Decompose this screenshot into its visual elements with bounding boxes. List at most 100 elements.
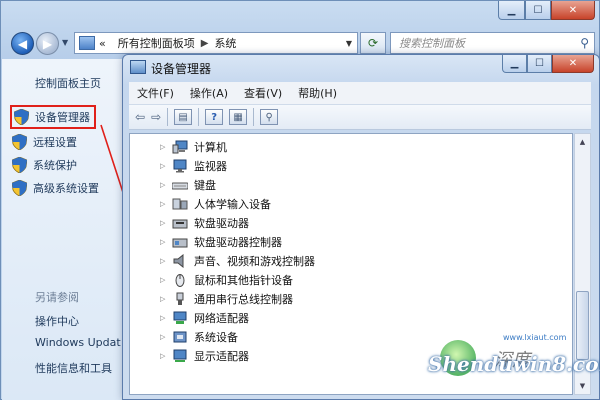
- window-title: 设备管理器: [151, 62, 212, 76]
- tree-item-label: 监视器: [194, 160, 227, 173]
- expand-icon[interactable]: ▷: [160, 314, 170, 322]
- menu-action[interactable]: 操作(A): [190, 85, 228, 101]
- network-adapter-icon: [172, 311, 188, 325]
- search-icon[interactable]: ⚲: [580, 36, 589, 50]
- toolbar-separator: [253, 108, 255, 126]
- expand-icon[interactable]: ▷: [160, 276, 170, 284]
- expand-icon[interactable]: ▷: [160, 143, 170, 151]
- tree-item-keyboard[interactable]: ▷ 键盘: [160, 176, 216, 194]
- sidebar-item-label: 设备管理器: [35, 111, 90, 124]
- refresh-icon: ⟳: [367, 36, 379, 50]
- tree-item-computer[interactable]: ▷ 计算机: [160, 138, 227, 156]
- tree-item-label: 软盘驱动器: [194, 217, 249, 230]
- minimize-button[interactable]: ▁: [498, 1, 525, 20]
- scroll-up-arrow-icon[interactable]: ▲: [575, 134, 590, 150]
- usb-icon: [172, 292, 188, 306]
- left-task-pane: 控制面板主页 设备管理器 远程设置 系统保护 高级系统设置 另请参阅 操作中心 …: [2, 59, 128, 400]
- forward-button[interactable]: ▶: [36, 32, 59, 55]
- tree-item-network-adapter[interactable]: ▷ 网络适配器: [160, 309, 249, 327]
- tree-item-label: 通用串行总线控制器: [194, 293, 293, 306]
- floppy-controller-icon: [172, 235, 188, 249]
- tree-item-monitor[interactable]: ▷ 监视器: [160, 157, 227, 175]
- tree-item-mouse[interactable]: ▷ 鼠标和其他指针设备: [160, 271, 293, 289]
- close-button[interactable]: ✕: [551, 1, 595, 20]
- expand-icon[interactable]: ▷: [160, 162, 170, 170]
- address-bar[interactable]: « 所有控制面板项 ▶ 系统 ▼: [74, 32, 358, 54]
- sidebar-item-label: 高级系统设置: [33, 182, 99, 195]
- tree-item-label: 显示适配器: [194, 350, 249, 363]
- sidebar-item-remote-settings[interactable]: 远程设置: [12, 134, 77, 150]
- close-button[interactable]: ✕: [552, 55, 594, 73]
- chevron-right-icon[interactable]: ▶: [201, 38, 209, 49]
- expand-icon[interactable]: ▷: [160, 352, 170, 360]
- toolbar-separator: [198, 108, 200, 126]
- expand-icon[interactable]: ▷: [160, 257, 170, 265]
- chevron-down-icon[interactable]: ▼: [346, 39, 352, 48]
- breadcrumb-overflow[interactable]: «: [99, 37, 106, 50]
- tree-item-label: 系统设备: [194, 331, 238, 344]
- forward-arrow-icon[interactable]: ⇨: [151, 108, 161, 126]
- scan-hardware-icon[interactable]: ⚲: [260, 109, 279, 125]
- view-icon[interactable]: ▦: [229, 109, 248, 125]
- search-placeholder: 搜索控制面板: [399, 37, 465, 50]
- expand-icon[interactable]: ▷: [160, 181, 170, 189]
- menu-help[interactable]: 帮助(H): [298, 85, 337, 101]
- back-arrow-icon[interactable]: ⇦: [135, 108, 145, 126]
- window-controls: ▁ ☐ ✕: [498, 1, 595, 20]
- menu-file[interactable]: 文件(F): [137, 85, 174, 101]
- back-button[interactable]: ◀: [11, 32, 34, 55]
- performance-tools-link[interactable]: 性能信息和工具: [35, 360, 112, 376]
- expand-icon[interactable]: ▷: [160, 295, 170, 303]
- tree-item-label: 网络适配器: [194, 312, 249, 325]
- mouse-icon: [172, 273, 188, 287]
- computer-icon: [172, 140, 188, 154]
- shield-icon: [14, 109, 29, 125]
- forward-arrow-icon: ▶: [42, 36, 53, 51]
- help-icon[interactable]: ?: [205, 109, 224, 125]
- expand-icon[interactable]: ▷: [160, 238, 170, 246]
- shield-icon: [12, 180, 27, 196]
- display-adapter-icon: [172, 349, 188, 363]
- tree-item-label: 键盘: [194, 179, 216, 192]
- minimize-button[interactable]: ▁: [502, 55, 527, 73]
- sidebar-item-advanced-settings[interactable]: 高级系统设置: [12, 180, 99, 196]
- scroll-down-arrow-icon[interactable]: ▼: [575, 378, 590, 394]
- keyboard-icon: [172, 178, 188, 192]
- device-manager-icon: [130, 60, 146, 74]
- tree-item-floppy-controller[interactable]: ▷ 软盘驱动器控制器: [160, 233, 282, 251]
- expand-icon[interactable]: ▷: [160, 333, 170, 341]
- scroll-thumb[interactable]: [576, 291, 589, 360]
- toolbar-separator: [167, 108, 169, 126]
- properties-icon[interactable]: ▤: [174, 109, 193, 125]
- tree-item-system-devices[interactable]: ▷ 系统设备: [160, 328, 238, 346]
- shield-icon: [12, 157, 27, 173]
- control-panel-home-link[interactable]: 控制面板主页: [35, 75, 101, 91]
- expand-icon[interactable]: ▷: [160, 200, 170, 208]
- maximize-button[interactable]: ☐: [527, 55, 552, 73]
- tree-item-usb[interactable]: ▷ 通用串行总线控制器: [160, 290, 293, 308]
- maximize-button[interactable]: ☐: [525, 1, 551, 20]
- tree-item-label: 计算机: [194, 141, 227, 154]
- tree-item-hid[interactable]: ▷ 人体学输入设备: [160, 195, 271, 213]
- tree-item-label: 声音、视频和游戏控制器: [194, 255, 315, 268]
- tree-item-sound-video-game[interactable]: ▷ 声音、视频和游戏控制器: [160, 252, 315, 270]
- sidebar-item-device-manager[interactable]: 设备管理器: [10, 105, 96, 129]
- expand-icon[interactable]: ▷: [160, 219, 170, 227]
- breadcrumb-system[interactable]: 系统: [214, 35, 236, 51]
- action-center-link[interactable]: 操作中心: [35, 313, 79, 329]
- monitor-icon: [172, 159, 188, 173]
- menu-view[interactable]: 查看(V): [244, 85, 282, 101]
- sidebar-item-system-protection[interactable]: 系统保护: [12, 157, 77, 173]
- system-device-icon: [172, 330, 188, 344]
- window-controls: ▁ ☐ ✕: [502, 55, 594, 73]
- search-input[interactable]: 搜索控制面板 ⚲: [390, 32, 595, 54]
- hid-icon: [172, 197, 188, 211]
- refresh-button[interactable]: ⟳: [360, 32, 386, 54]
- breadcrumb-all-items[interactable]: 所有控制面板项: [118, 35, 195, 51]
- tree-item-floppy-drive[interactable]: ▷ 软盘驱动器: [160, 214, 249, 232]
- recent-pages-dropdown[interactable]: ▼: [62, 38, 68, 47]
- speaker-icon: [172, 254, 188, 268]
- windows-update-link[interactable]: Windows Updat: [35, 336, 121, 349]
- tree-item-display-adapter[interactable]: ▷ 显示适配器: [160, 347, 249, 365]
- tree-item-label: 软盘驱动器控制器: [194, 236, 282, 249]
